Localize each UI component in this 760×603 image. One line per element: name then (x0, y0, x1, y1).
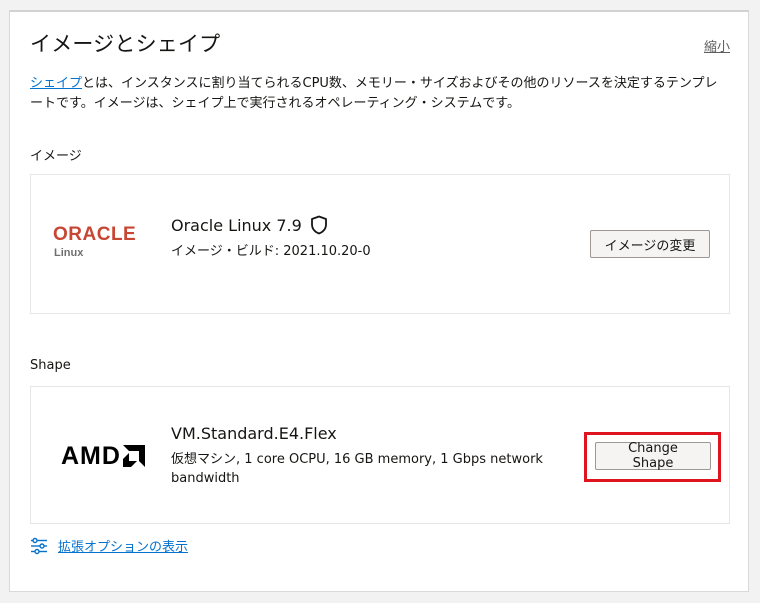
linux-logo-text: Linux (54, 247, 84, 259)
description-text: とは、インスタンスに割り当てられるCPU数、メモリー・サイズおよびその他のリソー… (30, 76, 718, 111)
collapse-link[interactable]: 縮小 (704, 36, 730, 55)
shape-details-line1: 仮想マシン, 1 core OCPU, 16 GB memory, 1 Gbps… (171, 452, 543, 467)
shape-card: AMD VM.Standard.E4.Flex 仮想マシン, 1 core OC… (30, 386, 730, 524)
shield-icon (310, 215, 328, 235)
section-title: イメージとシェイプ (30, 32, 221, 56)
amd-arrow-icon (122, 445, 145, 467)
shape-name-row: VM.Standard.E4.Flex (171, 424, 337, 443)
image-name: Oracle Linux 7.9 (171, 215, 302, 235)
shape-help-link[interactable]: シェイプ (30, 76, 82, 91)
shape-name: VM.Standard.E4.Flex (171, 424, 337, 443)
image-shape-panel: イメージとシェイプ 縮小 シェイプとは、インスタンスに割り当てられるCPU数、メ… (9, 10, 749, 592)
change-shape-button[interactable]: Change Shape (595, 441, 711, 471)
advanced-options-label: 拡張オプションの表示 (58, 540, 189, 555)
image-card: ORACLE Linux Oracle Linux 7.9 イメージ・ビルド: … (30, 174, 730, 314)
image-build: イメージ・ビルド: 2021.10.20-0 (171, 244, 371, 259)
shape-section-label: Shape (30, 358, 71, 373)
oracle-linux-logo: ORACLE Linux (53, 224, 137, 260)
amd-logo: AMD (61, 443, 145, 469)
sliders-icon (30, 537, 48, 555)
oracle-logo-text: ORACLE (53, 224, 137, 245)
image-name-row: Oracle Linux 7.9 (171, 215, 328, 235)
change-image-button[interactable]: イメージの変更 (590, 230, 710, 258)
section-description: シェイプとは、インスタンスに割り当てられるCPU数、メモリー・サイズおよびその他… (30, 74, 730, 114)
image-section-label: イメージ (30, 149, 82, 164)
advanced-options-link[interactable]: 拡張オプションの表示 (30, 536, 188, 555)
shape-details-line2: bandwidth (171, 471, 240, 486)
amd-logo-text: AMD (61, 442, 121, 470)
shape-details: 仮想マシン, 1 core OCPU, 16 GB memory, 1 Gbps… (171, 450, 543, 488)
